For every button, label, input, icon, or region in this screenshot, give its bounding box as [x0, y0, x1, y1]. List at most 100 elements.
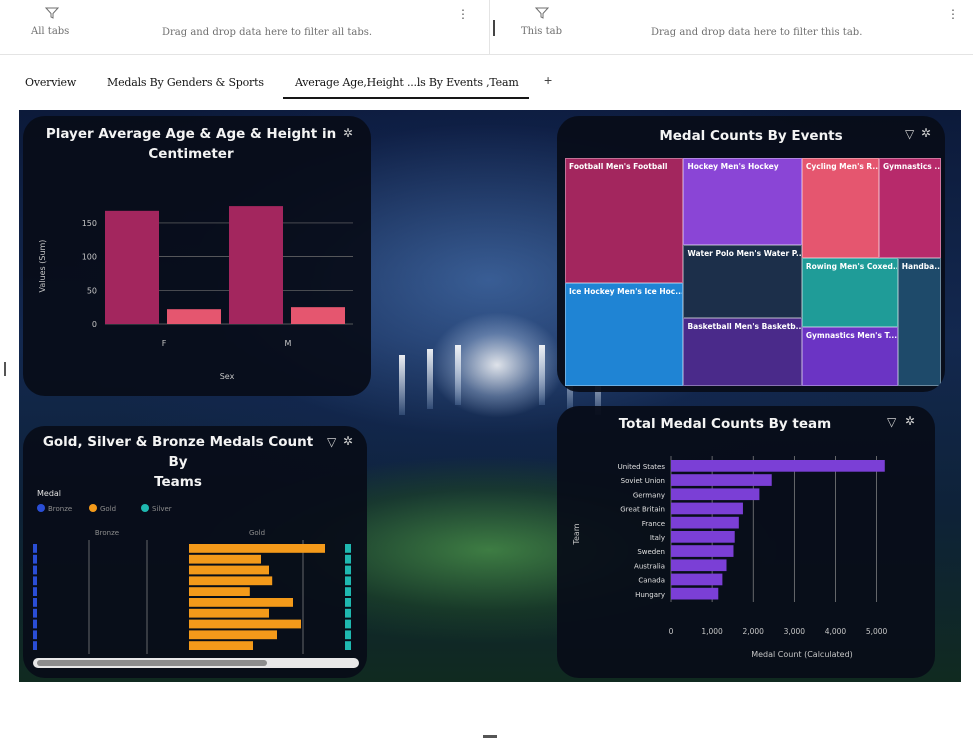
gsb-bronze-bar[interactable] — [33, 630, 37, 640]
gsb-gold-bar[interactable] — [189, 576, 273, 586]
gsb-gold-bar[interactable] — [189, 565, 269, 575]
filter-funnel-icon[interactable]: ▽ — [905, 127, 914, 141]
add-tab-button[interactable]: + — [544, 72, 552, 88]
gsb-bronze-bar[interactable] — [33, 619, 37, 629]
gsb-gold-bar[interactable] — [189, 554, 261, 564]
gsb-silver-bar[interactable] — [345, 576, 351, 586]
tab-medals-by-genders-sports[interactable]: Medals By Genders & Sports — [107, 76, 264, 89]
team-bar[interactable] — [671, 545, 734, 557]
treemap-tile[interactable]: Gymnastics ... — [878, 158, 941, 259]
gsb-gold-bar[interactable] — [189, 598, 293, 607]
team-bar[interactable] — [671, 460, 885, 472]
team-y-tick-label: United States — [618, 463, 666, 471]
bottom-resize-handle[interactable] — [483, 735, 497, 738]
age-y-tick-label: 150 — [82, 219, 97, 228]
gsb-bronze-bar[interactable] — [33, 587, 37, 596]
gsb-silver-bar[interactable] — [345, 598, 351, 607]
age-height-chart-card[interactable]: Player Average Age & Age & Height in Cen… — [23, 116, 371, 396]
age-x-tick-label: M — [285, 339, 292, 348]
team-y-tick-label: Germany — [633, 491, 665, 499]
age-chart-x-axis-label: Sex — [220, 372, 235, 381]
treemap-tile[interactable]: Rowing Men's Coxed... — [801, 258, 898, 327]
age-chart-svg: 0 50 100 150 F M Values (Sum) Sex — [38, 206, 353, 381]
gsb-silver-bar[interactable] — [345, 608, 351, 618]
dashboard-canvas: Player Average Age & Age & Height in Cen… — [19, 110, 961, 682]
all-tabs-filter-zone[interactable]: All tabs Drag and drop data here to filt… — [0, 0, 490, 55]
team-x-tick-label: 5,000 — [866, 627, 888, 636]
age-bar[interactable] — [291, 307, 345, 324]
treemap-tile-label: Water Polo Men's Water P... — [687, 248, 802, 258]
gsb-legend-label: Bronze — [48, 505, 72, 513]
gsb-silver-bar[interactable] — [345, 544, 351, 553]
treemap-tile-label: Hockey Men's Hockey — [687, 162, 779, 171]
gsb-silver-bar[interactable] — [345, 641, 351, 650]
this-tab-overflow-menu-icon[interactable]: ⋮ — [947, 7, 959, 21]
team-bar[interactable] — [671, 488, 760, 501]
treemap-tile[interactable]: Hockey Men's Hockey — [683, 158, 802, 245]
gsb-medals-card[interactable]: Gold, Silver & Bronze Medals Count By Te… — [23, 426, 367, 678]
gsb-gold-bar[interactable] — [189, 544, 325, 553]
treemap-tile[interactable]: Football Men's Football — [565, 158, 684, 284]
treemap-tile[interactable]: Ice Hockey Men's Ice Hoc... — [565, 283, 684, 386]
gsb-bronze-bar[interactable] — [33, 544, 37, 553]
gsb-silver-bar[interactable] — [345, 630, 351, 640]
age-bar[interactable] — [105, 210, 159, 324]
gsb-silver-bar[interactable] — [345, 619, 351, 629]
treemap-tile-label: Rowing Men's Coxed... — [805, 262, 898, 272]
team-bar[interactable] — [671, 587, 719, 600]
medal-events-card[interactable]: Medal Counts By Events ▽ ✲ Football Men'… — [557, 116, 945, 392]
gsb-scrollbar-thumb[interactable] — [37, 660, 267, 666]
gsb-silver-bar[interactable] — [345, 554, 351, 564]
team-y-tick-label: Italy — [650, 534, 665, 542]
age-bar[interactable] — [229, 206, 283, 324]
team-bar[interactable] — [671, 474, 772, 486]
team-bar[interactable] — [671, 559, 727, 572]
team-bar[interactable] — [671, 531, 735, 543]
all-tabs-drop-hint: Drag and drop data here to filter all ta… — [162, 27, 373, 38]
treemap-tile-label: Gymnastics Men's T... — [805, 330, 898, 340]
treemap-tile[interactable]: Gymnastics Men's T... — [801, 326, 898, 386]
all-tabs-label: All tabs — [31, 26, 70, 37]
age-y-tick-label: 0 — [92, 320, 97, 329]
team-chart-svg: United States Soviet Union Germany Great Br… — [572, 456, 888, 659]
filter-divider-handle[interactable] — [493, 20, 495, 36]
gsb-bronze-bar[interactable] — [33, 641, 37, 650]
gsb-bronze-bar[interactable] — [33, 576, 37, 586]
this-tab-filter-zone[interactable]: This tab Drag and drop data here to filt… — [497, 0, 973, 55]
treemap-tile-label: Ice Hockey Men's Ice Hoc... — [569, 287, 684, 297]
tab-average-age-height[interactable]: Average Age,Height ...ls By Events ,Team — [283, 76, 529, 99]
gsb-bronze-bar[interactable] — [33, 608, 37, 618]
left-resize-handle[interactable] — [4, 362, 6, 376]
gsb-gold-bar[interactable] — [189, 630, 277, 640]
all-tabs-overflow-menu-icon[interactable]: ⋮ — [457, 7, 469, 21]
gsb-gold-bar[interactable] — [189, 641, 253, 650]
team-y-tick-label: Australia — [634, 562, 665, 570]
gsb-bronze-bar[interactable] — [33, 598, 37, 607]
treemap-tile[interactable]: Basketball Men's Basketb... — [683, 317, 802, 386]
team-y-tick-label: Great Britain — [620, 506, 665, 514]
team-y-tick-label: Canada — [638, 577, 665, 585]
team-bar[interactable] — [671, 502, 743, 515]
age-bar[interactable] — [167, 309, 221, 324]
gsb-column-label-gold: Gold — [249, 529, 265, 537]
gsb-bronze-bar[interactable] — [33, 554, 37, 564]
team-bar[interactable] — [671, 516, 739, 529]
team-medals-card[interactable]: Total Medal Counts By team ▽ ✲ United St… — [557, 406, 935, 678]
gsb-bronze-bar[interactable] — [33, 565, 37, 575]
gsb-gold-bar[interactable] — [189, 587, 250, 596]
tab-overview[interactable]: Overview — [25, 76, 76, 89]
treemap-tile[interactable]: Handba... — [897, 258, 941, 386]
treemap-tile-label: Handba... — [901, 262, 941, 272]
gsb-legend-swatch — [89, 504, 97, 512]
gsb-gold-bar[interactable] — [189, 608, 269, 618]
gsb-silver-bar[interactable] — [345, 565, 351, 575]
treemap-tile[interactable]: Cycling Men's R... — [801, 158, 879, 259]
filter-funnel-icon — [44, 7, 60, 19]
team-x-tick-label: 4,000 — [825, 627, 847, 636]
team-x-tick-label: 0 — [669, 627, 674, 636]
gsb-gold-bar[interactable] — [189, 619, 301, 629]
gear-icon[interactable]: ✲ — [921, 126, 931, 140]
gsb-silver-bar[interactable] — [345, 587, 351, 596]
team-bar[interactable] — [671, 573, 723, 586]
treemap-tile[interactable]: Water Polo Men's Water P... — [683, 244, 802, 318]
